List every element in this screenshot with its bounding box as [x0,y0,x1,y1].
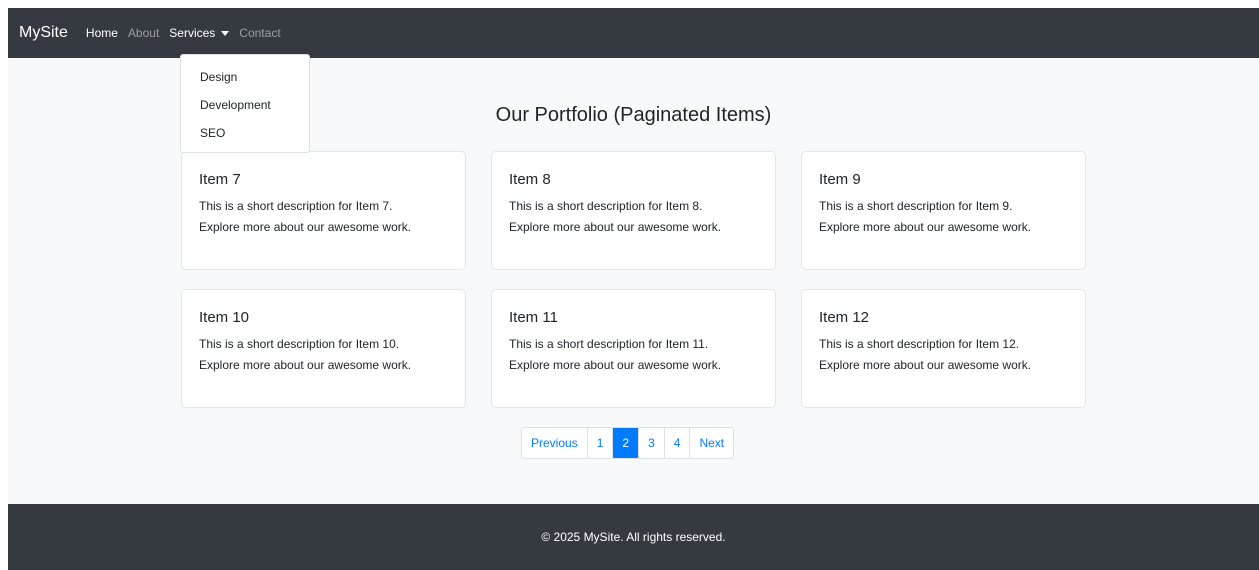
card-description-line-1: This is a short description for Item 10. [199,337,400,351]
card-description: This is a short description for Item 7. E… [199,196,448,238]
portfolio-card-item-11: Item 11 This is a short description for … [491,289,776,408]
footer: © 2025 MySite. All rights reserved. [8,504,1259,570]
dropdown-item-development[interactable]: Development [181,91,309,119]
card-description-line-2: Explore more about our awesome work. [509,220,722,234]
card-description-line-1: This is a short description for Item 7. [199,199,393,213]
portfolio-card-item-9: Item 9 This is a short description for I… [801,151,1086,270]
dropdown-item-design[interactable]: Design [181,63,309,91]
card-description-line-2: Explore more about our awesome work. [509,358,722,372]
pagination-page-1[interactable]: 1 [588,428,614,458]
nav-link-home[interactable]: Home [86,26,118,40]
nav-link-services-label: Services [169,26,216,40]
pagination-next-button[interactable]: Next [690,428,733,458]
card-description-line-1: This is a short description for Item 9. [819,199,1013,213]
card-title: Item 11 [509,309,558,326]
portfolio-grid: Item 7 This is a short description for I… [181,151,1086,408]
pagination-page-4[interactable]: 4 [665,428,691,458]
portfolio-card-item-8: Item 8 This is a short description for I… [491,151,776,270]
card-description-line-1: This is a short description for Item 11. [509,337,709,351]
pagination-page-2-current[interactable]: 2 [613,428,640,458]
pagination: Previous 1 2 3 4 Next [521,427,735,459]
footer-copyright: © 2025 MySite. All rights reserved. [541,530,726,544]
pagination-previous-button[interactable]: Previous [522,428,588,458]
page: MySite Home About Services Contact Desig… [8,8,1259,570]
card-title: Item 8 [509,171,551,188]
card-description: This is a short description for Item 12.… [819,334,1068,376]
card-description-line-1: This is a short description for Item 8. [509,199,703,213]
nav-link-services[interactable]: Services [169,26,230,40]
caret-down-icon [221,30,230,36]
portfolio-card-item-7: Item 7 This is a short description for I… [181,151,466,270]
card-description-line-1: This is a short description for Item 12. [819,337,1020,351]
card-description-line-2: Explore more about our awesome work. [819,220,1032,234]
card-description-line-2: Explore more about our awesome work. [199,358,412,372]
portfolio-card-item-10: Item 10 This is a short description for … [181,289,466,408]
nav-link-contact[interactable]: Contact [239,26,280,40]
card-description: This is a short description for Item 11.… [509,334,758,376]
card-description: This is a short description for Item 10.… [199,334,448,376]
dropdown-item-seo[interactable]: SEO [181,119,309,147]
card-title: Item 7 [199,171,241,188]
navbar: MySite Home About Services Contact [8,8,1259,58]
pagination-page-3[interactable]: 3 [639,428,665,458]
card-description: This is a short description for Item 9. E… [819,196,1068,238]
card-description-line-2: Explore more about our awesome work. [819,358,1032,372]
card-description-line-2: Explore more about our awesome work. [199,220,412,234]
nav-link-about[interactable]: About [128,26,159,40]
card-title: Item 9 [819,171,861,188]
portfolio-card-item-12: Item 12 This is a short description for … [801,289,1086,408]
services-dropdown-menu: Design Development SEO [180,54,310,153]
brand-link[interactable]: MySite [19,24,68,42]
card-title: Item 10 [199,309,250,326]
card-title: Item 12 [819,309,870,326]
card-description: This is a short description for Item 8. E… [509,196,758,238]
